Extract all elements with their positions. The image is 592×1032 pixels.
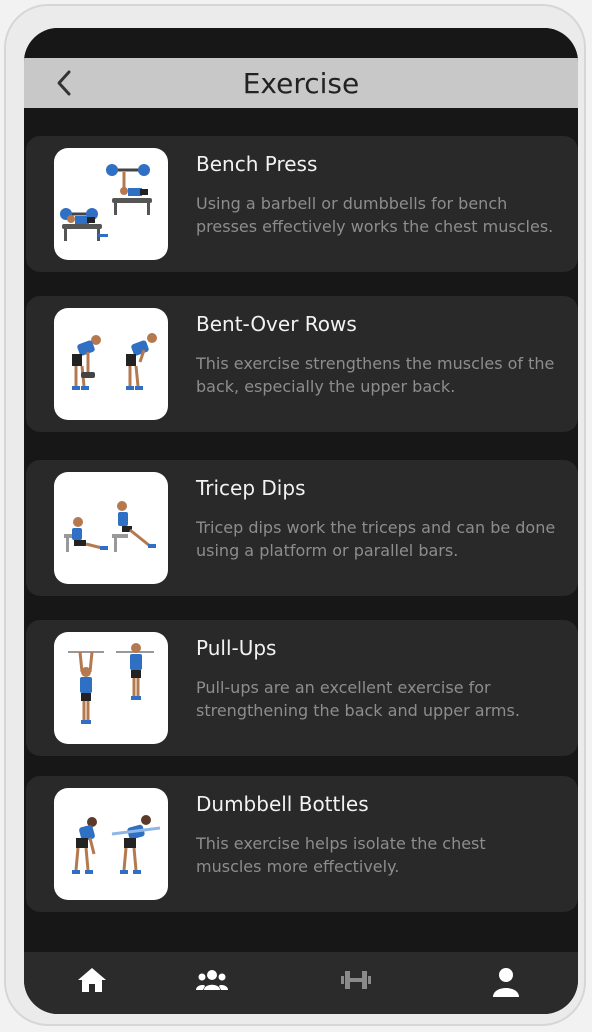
status-bar: [24, 28, 578, 58]
exercise-description: This exercise strengthens the muscles of…: [196, 354, 555, 396]
exercise-card-dumbbell-bottles[interactable]: Dumbbell Bottles This exercise helps iso…: [26, 776, 578, 912]
app-header: Exercise: [24, 58, 578, 108]
bench-press-image: [54, 148, 168, 260]
exercise-description: Pull-ups are an excellent exercise for s…: [196, 678, 520, 720]
bottom-navigation: [24, 952, 578, 1014]
page-title: Exercise: [242, 66, 360, 100]
dumbbell-icon: [341, 971, 371, 989]
bent-over-rows-image: [54, 308, 168, 420]
exercise-card-bench-press[interactable]: Bench Press Using a barbell or dumbbells…: [26, 136, 578, 272]
exercise-card-tricep-dips[interactable]: Tricep Dips Tricep dips work the triceps…: [26, 460, 578, 596]
exercise-description: This exercise helps isolate the chest mu…: [196, 834, 486, 876]
exercise-name: Pull-Ups: [196, 636, 277, 660]
exercise-card-bent-over-rows[interactable]: Bent-Over Rows This exercise strengthens…: [26, 296, 578, 432]
exercise-name: Bench Press: [196, 152, 318, 176]
app-screen: Exercise Bench Press Using a barbell or …: [24, 28, 578, 1014]
nav-community[interactable]: [192, 966, 232, 1000]
exercise-card-pull-ups[interactable]: Pull-Ups Pull-ups are an excellent exerc…: [26, 620, 578, 756]
dumbbell-bottles-image: [54, 788, 168, 900]
tricep-dips-image: [54, 472, 168, 584]
nav-workout[interactable]: [336, 966, 376, 1000]
exercise-name: Tricep Dips: [196, 476, 306, 500]
exercise-list[interactable]: Bench Press Using a barbell or dumbbells…: [24, 108, 578, 952]
user-icon: [493, 968, 519, 997]
device-frame: Exercise Bench Press Using a barbell or …: [4, 4, 586, 1026]
exercise-name: Bent-Over Rows: [196, 312, 357, 336]
nav-profile[interactable]: [486, 966, 526, 1000]
exercise-description: Using a barbell or dumbbells for bench p…: [196, 194, 554, 236]
group-icon: [196, 970, 228, 990]
exercise-name: Dumbbell Bottles: [196, 792, 369, 816]
pull-ups-image: [54, 632, 168, 744]
home-icon: [78, 968, 106, 992]
exercise-description: Tricep dips work the triceps and can be …: [196, 518, 556, 560]
nav-home[interactable]: [72, 966, 112, 1000]
back-button[interactable]: [50, 69, 78, 97]
chevron-left-icon: [57, 70, 71, 96]
